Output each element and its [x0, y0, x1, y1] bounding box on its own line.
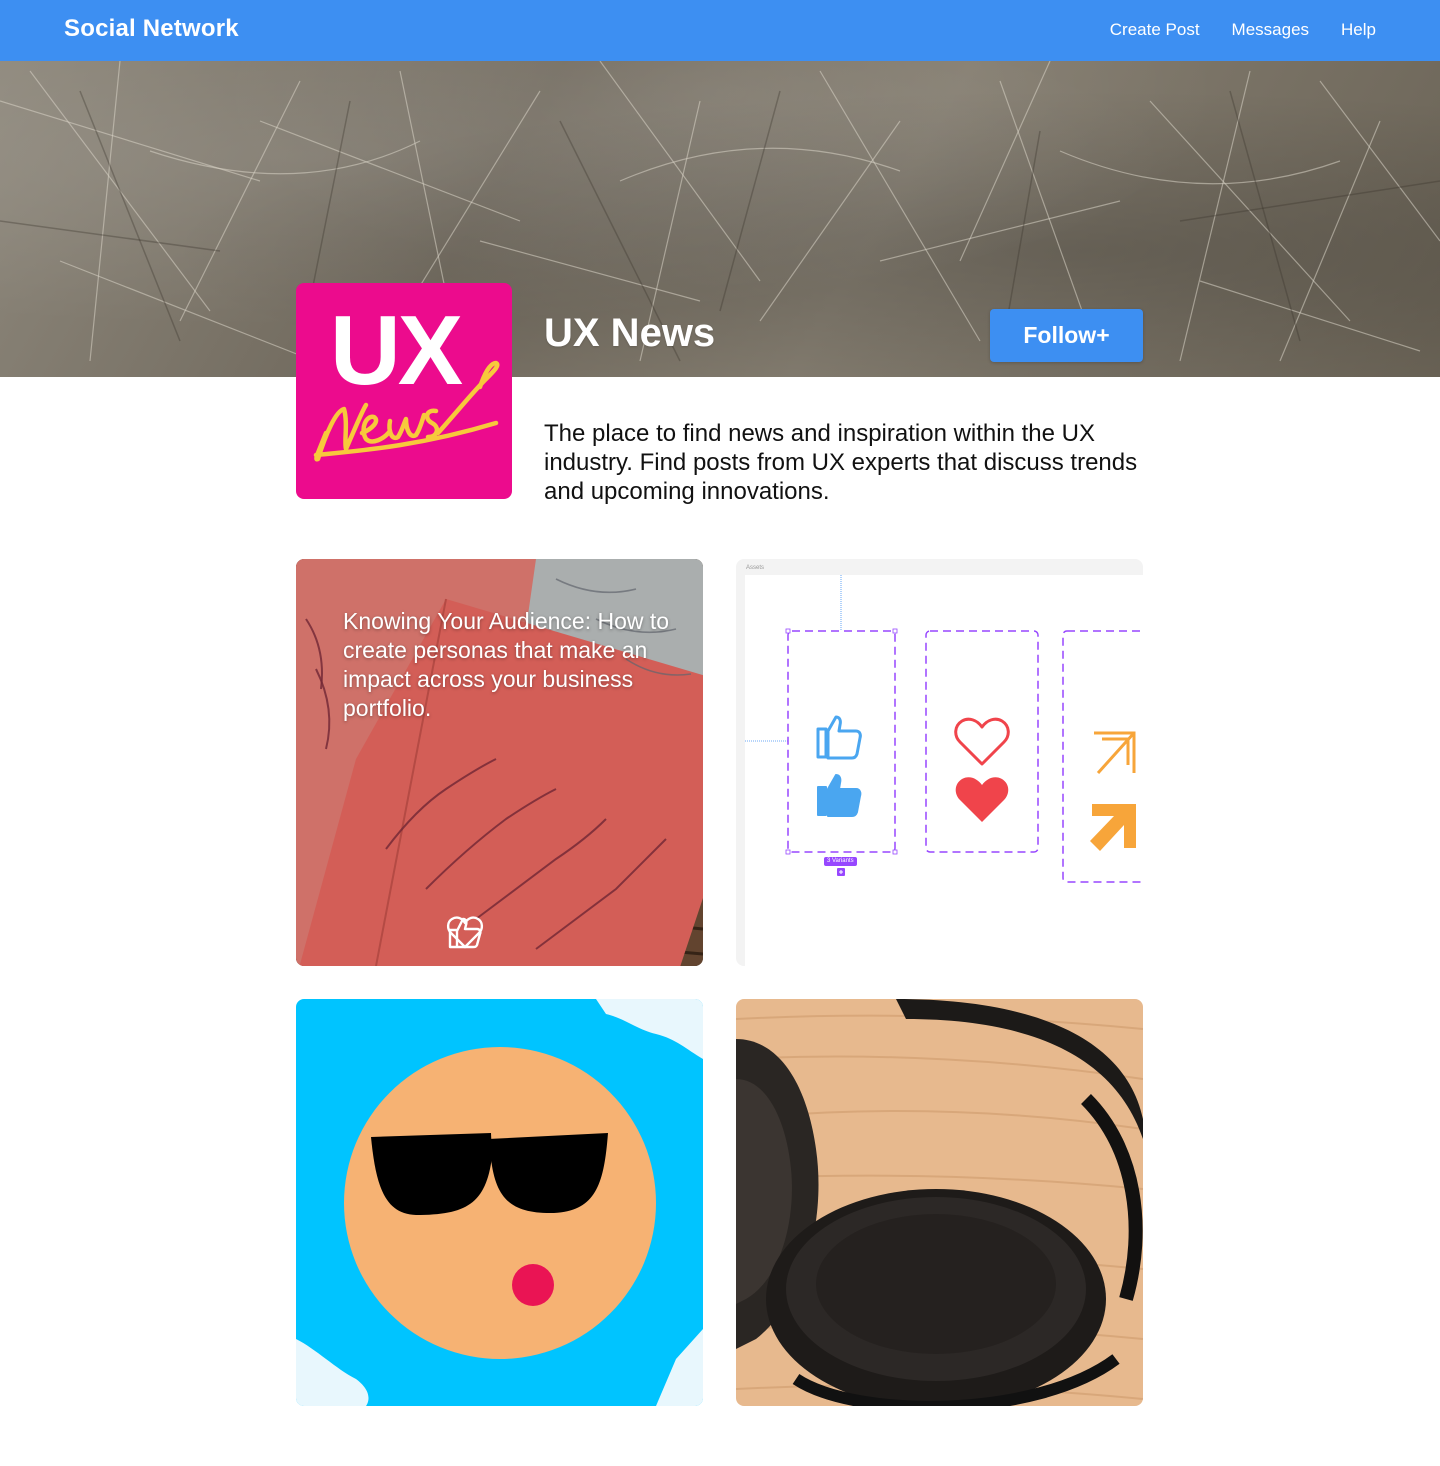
variants-badge: 3 Variants	[824, 857, 857, 866]
post-image-headphones	[736, 999, 1143, 1406]
cover-texture	[0, 61, 1440, 372]
top-nav: Create Post Messages Help	[1110, 20, 1376, 40]
brand-logo[interactable]: Social Network	[64, 15, 239, 43]
post-image-variants	[736, 559, 1143, 966]
nav-help[interactable]: Help	[1341, 20, 1376, 40]
post-title-overlay: Knowing Your Audience: How to create per…	[343, 608, 670, 721]
post-card-icon-variants[interactable]: Assets 3 Variants	[736, 559, 1143, 966]
post-image-face	[296, 999, 703, 1406]
post-actions	[446, 913, 552, 951]
assets-panel-label: Assets	[746, 565, 765, 571]
post-card-headphones[interactable]	[736, 999, 1143, 1406]
heart-icon[interactable]	[446, 913, 552, 951]
follow-button[interactable]: Follow+	[990, 309, 1143, 362]
post-card-personas[interactable]: Knowing Your Audience: How to create per…	[296, 559, 703, 966]
nav-messages[interactable]: Messages	[1232, 20, 1309, 40]
post-card-sunglasses-face[interactable]	[296, 999, 703, 1406]
profile-name: UX News	[544, 311, 716, 355]
profile-description: The place to find news and inspiration w…	[544, 420, 1138, 505]
profile-avatar[interactable]: UX	[296, 283, 512, 499]
cover-image	[0, 61, 1440, 377]
top-navigation-bar: Social Network Create Post Messages Help	[0, 0, 1440, 61]
nav-create-post[interactable]: Create Post	[1110, 20, 1200, 40]
avatar-script-logo	[313, 360, 500, 462]
